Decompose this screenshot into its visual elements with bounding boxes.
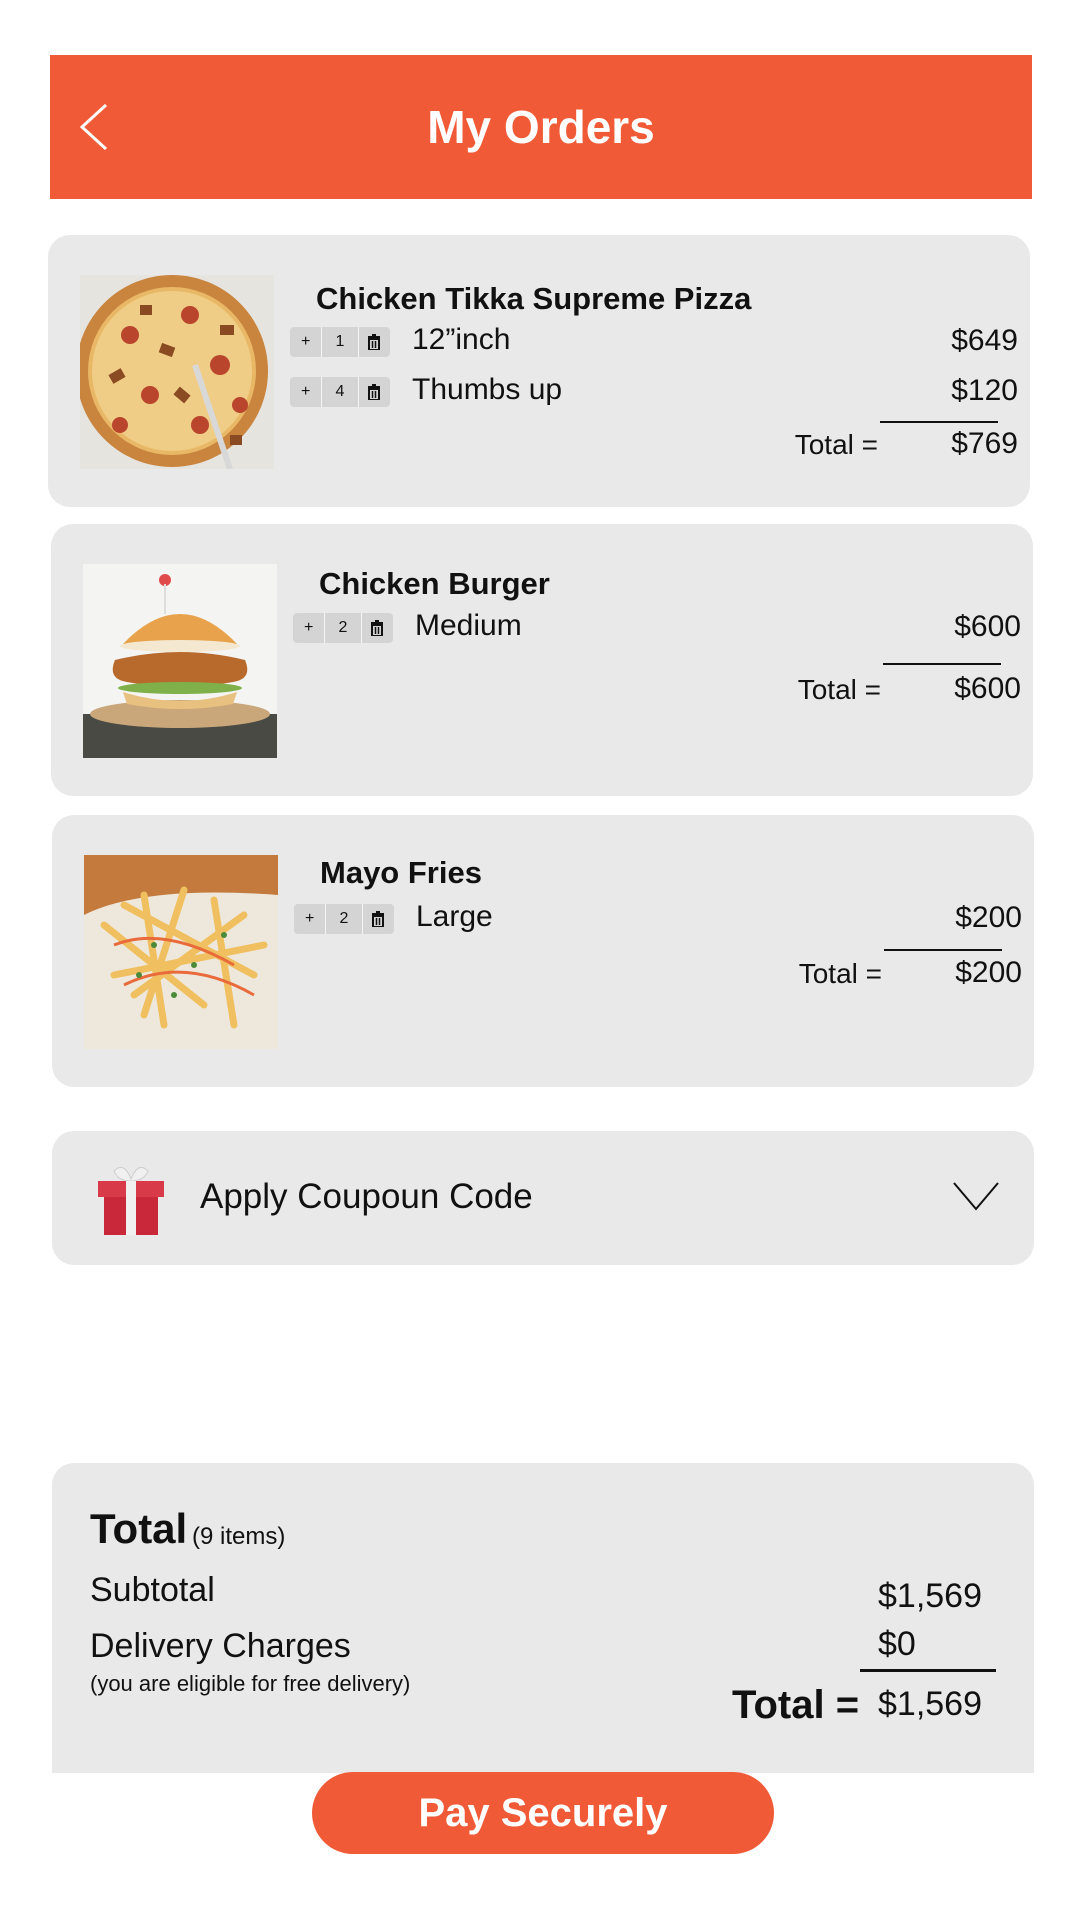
coupon-row[interactable]: Apply Coupoun Code: [52, 1131, 1034, 1265]
item-total: $769: [951, 427, 1018, 460]
option-label: Large: [416, 900, 493, 933]
item-total: $600: [954, 672, 1021, 705]
coupon-label: Apply Coupoun Code: [200, 1177, 533, 1216]
page-title: My Orders: [427, 101, 655, 153]
option-label: Thumbs up: [412, 373, 563, 406]
subtotal-value: $1,569: [878, 1577, 982, 1615]
fries-image: [84, 855, 278, 1049]
option-price: $600: [954, 610, 1021, 643]
item-total: $200: [955, 956, 1022, 989]
quantity-stepper: + 4: [290, 377, 390, 407]
delivery-note: (you are eligible for free delivery): [90, 1671, 411, 1696]
quantity-value: 2: [326, 904, 363, 934]
price-divider: [884, 949, 1002, 951]
quantity-stepper: + 2: [293, 613, 393, 643]
option-price: $200: [955, 901, 1022, 934]
pizza-image: [80, 275, 274, 469]
order-summary: Total (9 items) Subtotal $1,569 Delivery…: [52, 1463, 1034, 1773]
option-price: $649: [951, 324, 1018, 357]
trash-icon[interactable]: [359, 377, 390, 407]
order-card-fries: Mayo Fries + 2 Large $200 Total = $200: [52, 815, 1034, 1087]
header-bar: My Orders: [50, 55, 1032, 199]
item-name: Chicken Tikka Supreme Pizza: [316, 281, 752, 316]
total-label: Total =: [794, 429, 878, 460]
order-card-pizza: Chicken Tikka Supreme Pizza + 1 12”inch …: [48, 235, 1030, 507]
quantity-stepper: + 1: [290, 327, 390, 357]
increment-button[interactable]: +: [293, 613, 326, 643]
item-count: (9 items): [192, 1523, 286, 1550]
trash-icon[interactable]: [363, 904, 394, 934]
item-name: Chicken Burger: [319, 566, 550, 601]
quantity-value: 4: [322, 377, 359, 407]
gift-icon: [98, 1166, 164, 1235]
summary-divider: [860, 1669, 996, 1672]
option-label: Medium: [415, 609, 522, 642]
price-divider: [880, 421, 998, 423]
delivery-value: $0: [878, 1625, 916, 1663]
quantity-stepper: + 2: [294, 904, 394, 934]
option-label: 12”inch: [412, 323, 511, 356]
trash-icon[interactable]: [362, 613, 393, 643]
delivery-label: Delivery Charges: [90, 1627, 351, 1665]
option-price: $120: [951, 374, 1018, 407]
quantity-value: 1: [322, 327, 359, 357]
increment-button[interactable]: +: [290, 327, 323, 357]
item-name: Mayo Fries: [320, 855, 482, 890]
order-card-burger: Chicken Burger + 2 Medium $600 Total = $…: [51, 524, 1033, 796]
subtotal-label: Subtotal: [90, 1571, 215, 1609]
price-divider: [883, 663, 1001, 665]
grand-total-value: $1,569: [878, 1685, 982, 1723]
increment-button[interactable]: +: [290, 377, 323, 407]
increment-button[interactable]: +: [294, 904, 327, 934]
chevron-down-icon[interactable]: [952, 1181, 1000, 1211]
quantity-value: 2: [325, 613, 362, 643]
total-label: Total =: [798, 958, 882, 989]
trash-icon[interactable]: [359, 327, 390, 357]
pay-securely-button[interactable]: Pay Securely: [312, 1772, 774, 1854]
total-label: Total =: [797, 674, 881, 705]
burger-image: [83, 564, 277, 758]
summary-title: Total: [90, 1505, 188, 1552]
grand-total-label: Total =: [732, 1683, 860, 1727]
